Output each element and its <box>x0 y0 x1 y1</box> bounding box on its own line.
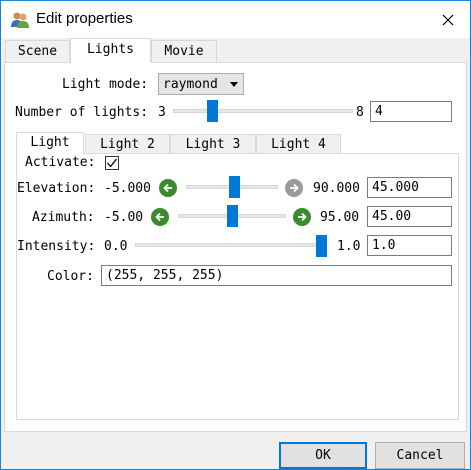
number-of-lights-slider[interactable] <box>207 100 218 122</box>
edit-properties-dialog: Edit properties Scene Lights Movie Light… <box>0 0 471 470</box>
light-mode-value: raymond <box>163 77 218 92</box>
light-mode-select[interactable]: raymond <box>158 73 244 95</box>
azimuth-label: Azimuth: <box>32 210 95 225</box>
intensity-label: Intensity: <box>17 239 96 254</box>
azimuth-input[interactable]: 45.00 <box>367 206 452 227</box>
intensity-max: 1.0 <box>337 239 361 254</box>
tab-movie[interactable]: Movie <box>151 40 217 63</box>
number-of-lights-label: Number of lights: <box>15 105 149 120</box>
arrow-right-icon <box>298 212 307 222</box>
number-of-lights-max: 8 <box>356 105 364 120</box>
elevation-min: -5.000 <box>104 181 151 196</box>
number-of-lights-input[interactable]: 4 <box>370 101 452 122</box>
ok-button[interactable]: OK <box>279 442 367 469</box>
subtab-light-2[interactable]: Light 2 <box>85 134 170 155</box>
tab-scene[interactable]: Scene <box>5 40 70 63</box>
arrow-left-icon <box>155 212 164 222</box>
close-icon <box>442 14 453 25</box>
azimuth-increase-button[interactable] <box>293 208 311 226</box>
arrow-left-icon <box>163 183 172 193</box>
close-button[interactable] <box>425 1 470 38</box>
subtab-light-1[interactable]: Light <box>16 132 84 155</box>
elevation-max: 90.000 <box>313 181 360 196</box>
color-label: Color: <box>47 269 94 284</box>
intensity-min: 0.0 <box>104 239 128 254</box>
azimuth-min: -5.00 <box>104 210 144 225</box>
elevation-decrease-button[interactable] <box>159 179 177 197</box>
activate-checkbox[interactable] <box>105 156 119 170</box>
subtab-light-4[interactable]: Light 4 <box>256 134 341 155</box>
checkmark-icon <box>107 158 118 168</box>
light-mode-label: Light mode: <box>62 77 149 92</box>
color-input[interactable]: (255, 255, 255) <box>101 265 452 286</box>
intensity-track[interactable] <box>135 243 327 247</box>
azimuth-max: 95.00 <box>320 210 360 225</box>
chevron-down-icon <box>230 82 238 87</box>
tab-lights[interactable]: Lights <box>70 38 151 63</box>
azimuth-decrease-button[interactable] <box>151 208 169 226</box>
azimuth-slider[interactable] <box>227 205 238 227</box>
arrow-right-icon <box>290 183 299 193</box>
elevation-input[interactable]: 45.000 <box>367 177 452 198</box>
window-title: Edit properties <box>36 10 133 27</box>
intensity-slider[interactable] <box>316 235 327 257</box>
elevation-slider[interactable] <box>229 176 240 198</box>
number-of-lights-min: 3 <box>158 105 166 120</box>
users-icon <box>11 12 29 28</box>
cancel-button[interactable]: Cancel <box>375 442 465 469</box>
intensity-input[interactable]: 1.0 <box>367 235 452 256</box>
activate-label: Activate: <box>25 155 96 170</box>
title-bar[interactable]: Edit properties <box>1 1 470 38</box>
subtab-light-3[interactable]: Light 3 <box>170 134 256 155</box>
elevation-increase-button[interactable] <box>285 179 303 197</box>
elevation-label: Elevation: <box>17 181 96 196</box>
number-of-lights-track[interactable] <box>173 109 353 113</box>
